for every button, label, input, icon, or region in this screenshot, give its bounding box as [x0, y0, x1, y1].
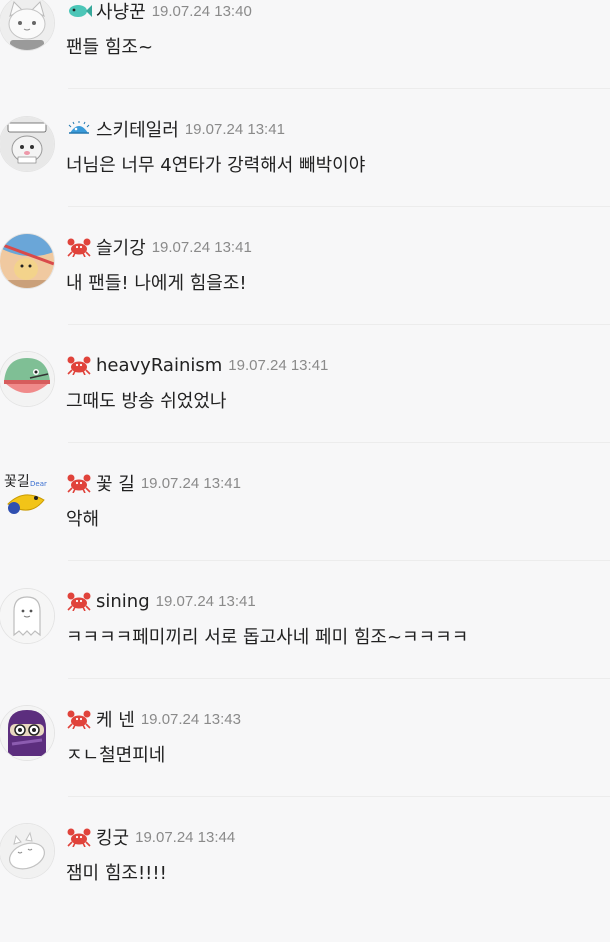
timestamp: 19.07.24 13:41	[140, 474, 241, 492]
nickname[interactable]: 킹굿	[96, 824, 129, 850]
divider	[68, 560, 610, 561]
comment-text: 그때도 방송 쉬었었나	[66, 391, 227, 412]
comment-text: ㅋㅋㅋㅋ페미끼리 서로 돕고사네 페미 힘조~ㅋㅋㅋㅋ	[66, 627, 469, 648]
nickname[interactable]: 케 넨	[96, 706, 135, 732]
fish-icon	[66, 1, 92, 21]
nickname[interactable]: sining	[96, 591, 150, 612]
timestamp: 19.07.24 13:44	[135, 828, 236, 846]
timestamp: 19.07.24 13:43	[140, 710, 241, 728]
divider	[68, 324, 610, 325]
divider	[68, 442, 610, 443]
crab-icon	[66, 591, 92, 611]
comment-item: 킹굿 19.07.24 13:44 잼미 힘조!!!!	[0, 824, 610, 942]
comment-item: 꽃길 Dear 꽃 길 19.07.24 13:41 악해	[0, 470, 610, 588]
comment-item: 슬기강 19.07.24 13:41 내 팬들! 나에게 힘을조!	[0, 234, 610, 352]
comment-text: 내 팬들! 나에게 힘을조!	[66, 273, 247, 294]
ghost-avatar-icon[interactable]	[0, 589, 54, 643]
crab-icon	[66, 827, 92, 847]
comment-text: 팬들 힘조~	[66, 37, 154, 58]
comment-item: heavyRainism 19.07.24 13:41 그때도 방송 쉬었었나	[0, 352, 610, 470]
comment-header: 사냥꾼 19.07.24 13:40	[66, 0, 252, 24]
comment-header: 스키테일러 19.07.24 13:41	[66, 116, 285, 142]
svg-text:꽃길: 꽃길	[4, 474, 30, 490]
blowfish-icon	[66, 119, 92, 139]
purple-ninja-avatar-icon[interactable]	[0, 706, 54, 760]
timestamp: 19.07.24 13:41	[184, 120, 285, 138]
nickname[interactable]: 슬기강	[96, 234, 146, 260]
comment-text: 악해	[66, 509, 100, 530]
crab-icon	[66, 709, 92, 729]
comment-item: 케 넨 19.07.24 13:43 ㅈㄴ철면피네	[0, 706, 610, 824]
sleeping-cat-avatar-icon[interactable]	[0, 824, 54, 878]
comment-header: 케 넨 19.07.24 13:43	[66, 706, 241, 732]
timestamp: 19.07.24 13:41	[151, 238, 252, 256]
hamster-sticker-avatar-icon[interactable]	[0, 117, 54, 171]
comment-item: sining 19.07.24 13:41 ㅋㅋㅋㅋ페미끼리 서로 돕고사네 페…	[0, 588, 610, 706]
divider	[68, 678, 610, 679]
svg-text:Dear: Dear	[30, 480, 47, 488]
comment-header: heavyRainism 19.07.24 13:41	[66, 352, 328, 378]
yellow-fish-avatar-icon[interactable]: 꽃길 Dear	[0, 470, 54, 524]
divider	[68, 88, 610, 89]
comment-header: sining 19.07.24 13:41	[66, 588, 256, 614]
hamster-photo-avatar-icon[interactable]	[0, 234, 54, 288]
crab-icon	[66, 473, 92, 493]
divider	[68, 796, 610, 797]
nickname[interactable]: 스키테일러	[96, 116, 179, 142]
divider	[68, 206, 610, 207]
comment-item: 사냥꾼 19.07.24 13:40 팬들 힘조~	[0, 0, 610, 116]
comment-header: 슬기강 19.07.24 13:41	[66, 234, 252, 260]
comment-text: 너님은 너무 4연타가 강력해서 빼박이야	[66, 155, 366, 176]
timestamp: 19.07.24 13:41	[155, 592, 256, 610]
timestamp: 19.07.24 13:40	[151, 2, 252, 20]
comment-header: 킹굿 19.07.24 13:44	[66, 824, 235, 850]
timestamp: 19.07.24 13:41	[228, 356, 329, 374]
comment-text: 잼미 힘조!!!!	[66, 863, 167, 884]
nickname[interactable]: 사냥꾼	[96, 0, 146, 24]
crab-icon	[66, 237, 92, 257]
crab-icon	[66, 355, 92, 375]
nickname[interactable]: heavyRainism	[96, 355, 222, 376]
comment-item: 스키테일러 19.07.24 13:41 너님은 너무 4연타가 강력해서 빼박…	[0, 116, 610, 234]
comment-header: 꽃 길 19.07.24 13:41	[66, 470, 241, 496]
cat-avatar-icon[interactable]	[0, 0, 54, 50]
green-bird-avatar-icon[interactable]	[0, 352, 54, 406]
nickname[interactable]: 꽃 길	[96, 470, 135, 496]
comment-text: ㅈㄴ철면피네	[66, 745, 166, 766]
